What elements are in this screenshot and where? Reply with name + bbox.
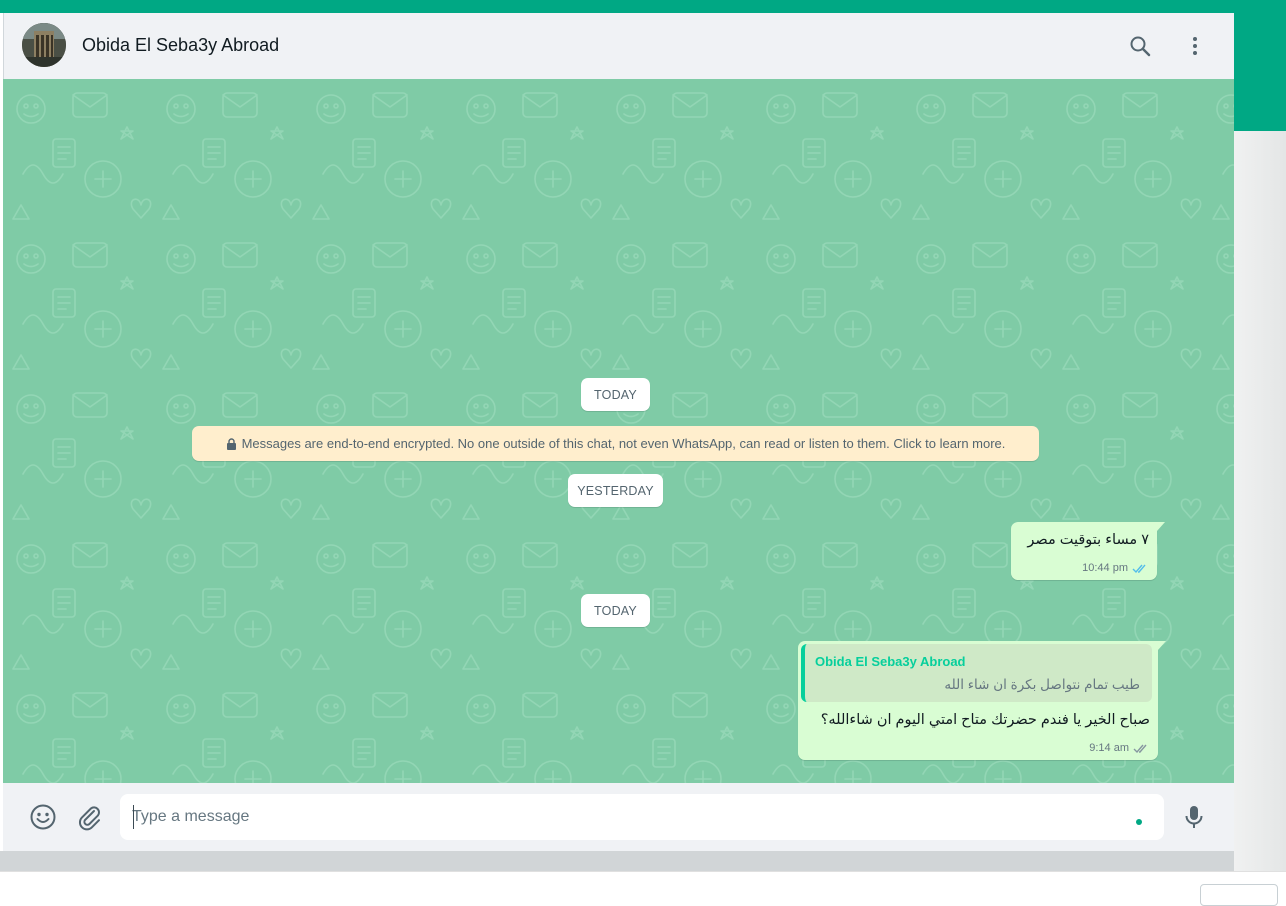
lock-icon [226, 437, 236, 450]
bottom-margin [0, 851, 1234, 871]
message-input[interactable] [132, 794, 1122, 840]
contact-name[interactable]: Obida El Seba3y Abroad [82, 35, 279, 56]
page-bottom [0, 871, 1286, 898]
chat-header: Obida El Seba3y Abroad [3, 13, 1234, 79]
side-accent-band [1234, 13, 1286, 131]
message-input-box[interactable] [120, 794, 1164, 840]
avatar[interactable] [22, 23, 66, 67]
quoted-text: طيب تمام نتواصل بكرة ان شاء الله [944, 677, 1140, 692]
encryption-notice[interactable]: Messages are end-to-end encrypted. No on… [192, 426, 1039, 461]
quoted-message[interactable]: Obida El Seba3y Abroad طيب تمام نتواصل ب… [801, 644, 1152, 702]
attach-icon[interactable] [75, 803, 103, 831]
outgoing-message[interactable]: ٧ مساء بتوقيت مصر 10:44 pm [1011, 522, 1165, 580]
input-status-dot [1136, 819, 1142, 825]
outgoing-message[interactable]: Obida El Seba3y Abroad طيب تمام نتواصل ب… [798, 641, 1166, 760]
app-top-band [0, 0, 1286, 13]
message-time: 9:14 am [1089, 742, 1129, 754]
text-caret [133, 805, 134, 829]
search-icon[interactable] [1125, 31, 1155, 61]
side-pane [1234, 131, 1286, 871]
message-time: 10:44 pm [1082, 562, 1128, 574]
conversation-panel[interactable]: TODAY Messages are end-to-end encrypted.… [3, 79, 1234, 783]
corner-button[interactable] [1200, 884, 1278, 906]
chat-window: Obida El Seba3y Abroad TODAY Messages ar… [3, 13, 1234, 851]
message-text: ٧ مساء بتوقيت مصر [1027, 532, 1149, 548]
compose-bar [3, 783, 1234, 851]
mic-icon[interactable] [1180, 803, 1208, 831]
menu-icon[interactable] [1180, 31, 1210, 61]
read-ticks-icon [1132, 564, 1146, 573]
date-divider-today: TODAY [581, 378, 650, 411]
message-meta: 9:14 am [1089, 742, 1150, 754]
date-divider-yesterday: YESTERDAY [568, 474, 663, 507]
emoji-icon[interactable] [29, 803, 57, 831]
message-text: صباح الخير يا فندم حضرتك متاح امتي اليوم… [820, 712, 1150, 728]
message-meta: 10:44 pm [1082, 562, 1149, 574]
encryption-notice-text: Messages are end-to-end encrypted. No on… [241, 436, 1006, 451]
read-ticks-icon [1133, 744, 1147, 753]
quoted-author: Obida El Seba3y Abroad [815, 654, 966, 669]
date-divider-today: TODAY [581, 594, 650, 627]
